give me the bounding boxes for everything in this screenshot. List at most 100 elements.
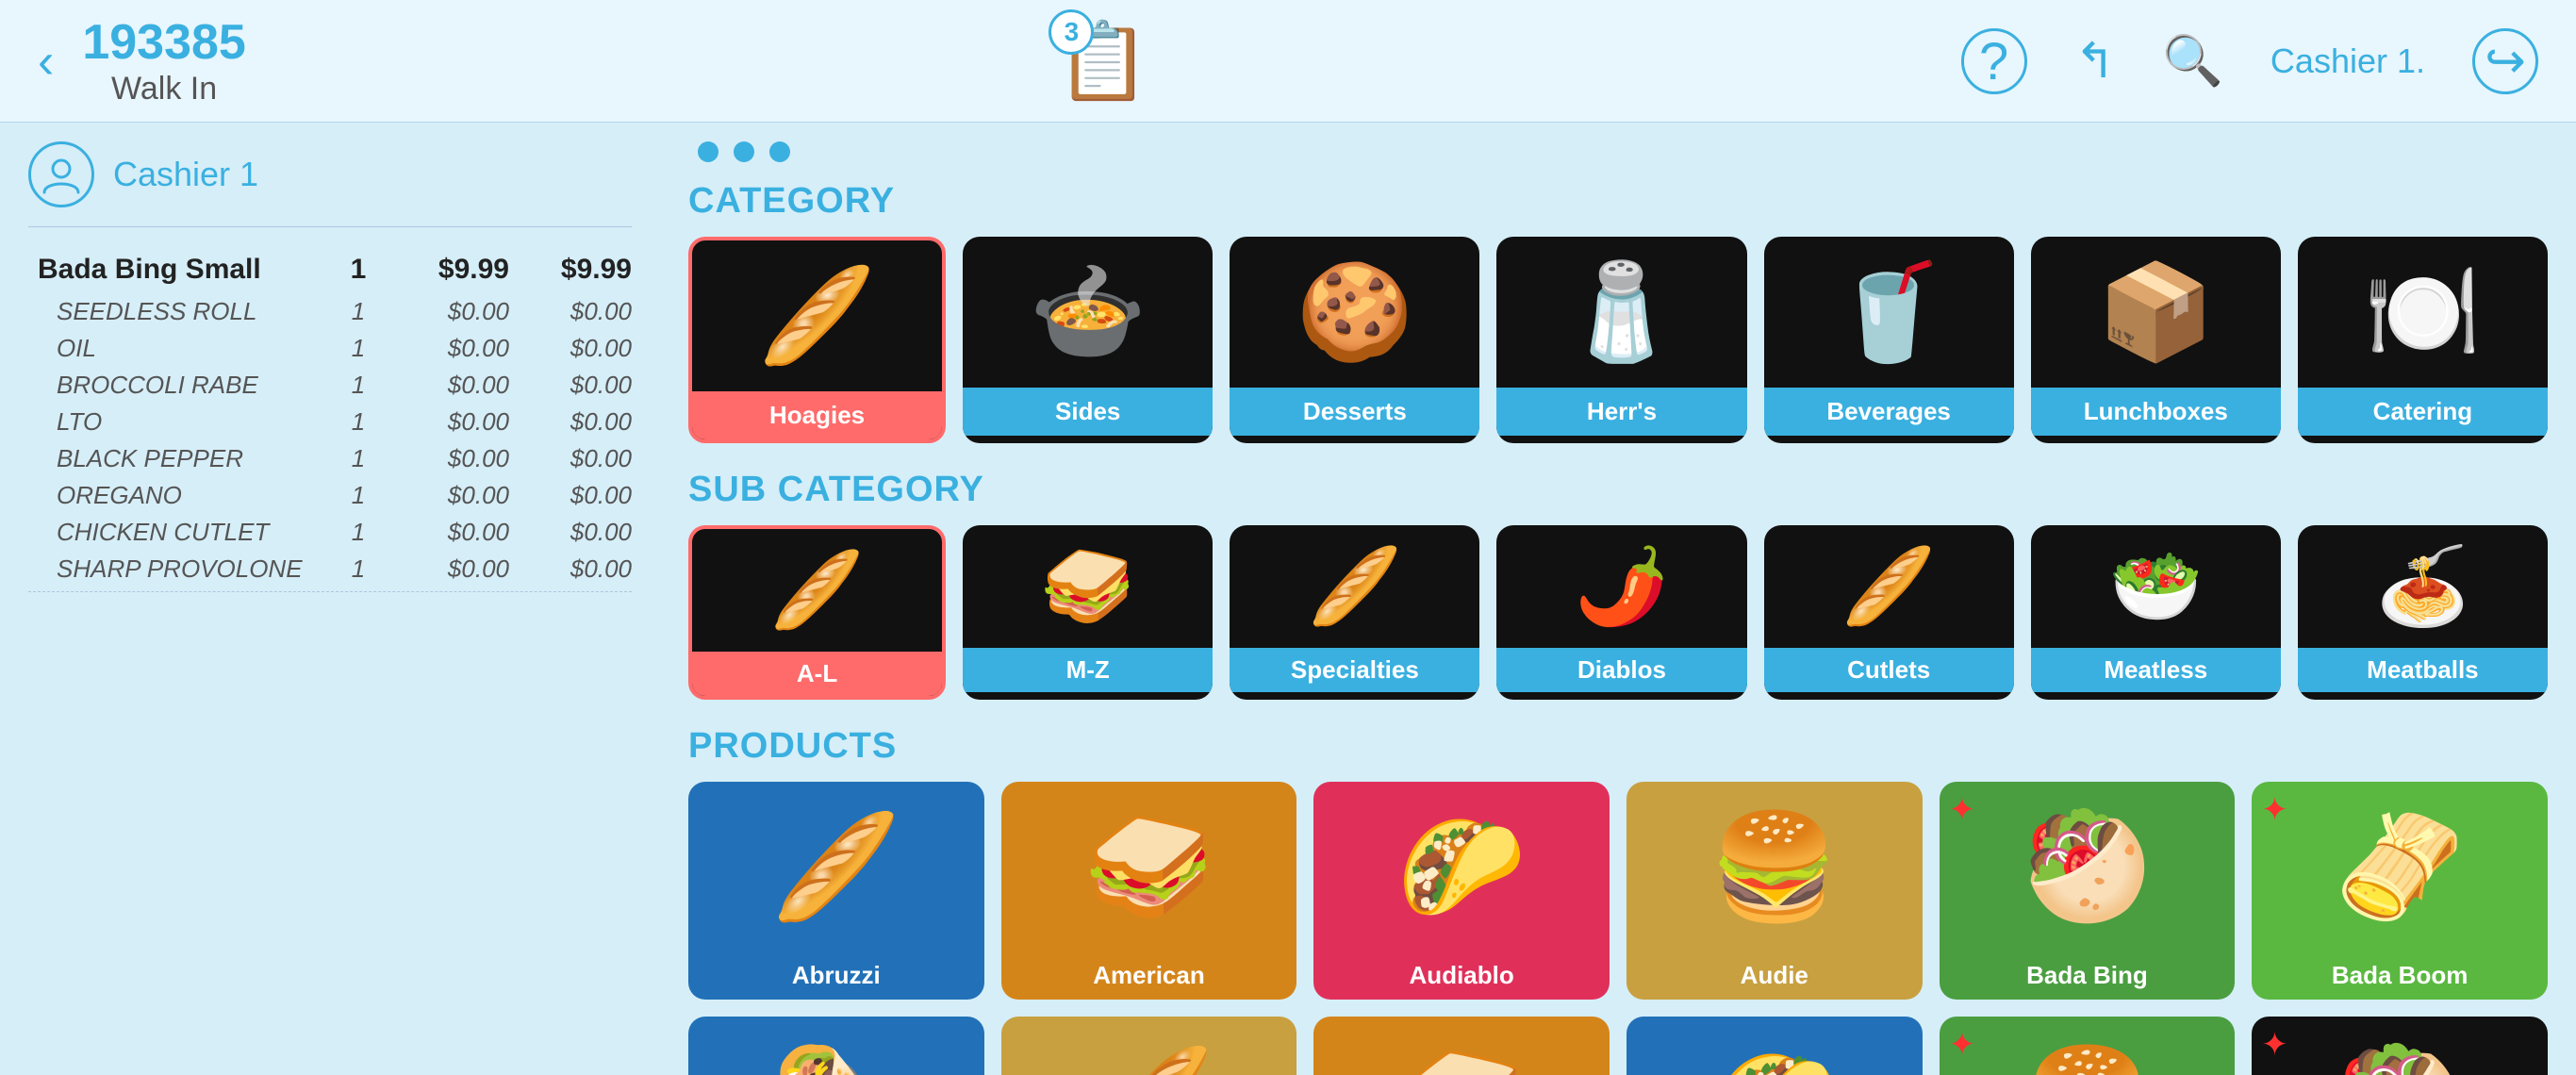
item-qty: 1 bbox=[330, 246, 387, 293]
modifier-total: $0.00 bbox=[509, 514, 632, 551]
modifier-price: $0.00 bbox=[387, 477, 509, 514]
sub-category-item-label: Meatless bbox=[2031, 648, 2281, 692]
sub-category-item-specialties[interactable]: 🥖 Specialties bbox=[1230, 525, 1479, 700]
product-label: Abruzzi bbox=[688, 951, 984, 1000]
category-image: 🥖 bbox=[692, 240, 942, 391]
item-total: $9.99 bbox=[509, 246, 632, 293]
product-item-audiablo[interactable]: 🌮 Audiablo bbox=[1313, 782, 1610, 1000]
modifier-price: $0.00 bbox=[387, 551, 509, 587]
product-image: 🥪 bbox=[1001, 782, 1297, 951]
product-item-big-t[interactable]: 🌯 Big "T" bbox=[688, 1017, 984, 1075]
product-item-audie[interactable]: 🍔 Audie bbox=[1627, 782, 1923, 1000]
sub-category-item-meatless[interactable]: 🥗 Meatless bbox=[2031, 525, 2281, 700]
modifier-qty: 1 bbox=[330, 367, 387, 404]
category-item-beverages[interactable]: 🥤 Beverages bbox=[1764, 237, 2014, 443]
product-item-row2-1[interactable]: 🥖 bbox=[1001, 1017, 1297, 1075]
modifier-qty: 1 bbox=[330, 440, 387, 477]
product-label: Audie bbox=[1627, 951, 1923, 1000]
search-button[interactable]: 🔍 bbox=[2162, 32, 2223, 90]
product-label: Bada Boom bbox=[2252, 951, 2548, 1000]
modifier-name: OREGANO bbox=[28, 477, 330, 514]
category-item-catering[interactable]: 🍽️ Catering bbox=[2298, 237, 2548, 443]
sub-category-item-label: Cutlets bbox=[1764, 648, 2014, 692]
category-image: 🍪 bbox=[1230, 237, 1479, 388]
modifier-total: $0.00 bbox=[509, 551, 632, 587]
badge-count: 3 bbox=[1049, 9, 1094, 55]
product-item-row2-2[interactable]: 🥪 bbox=[1313, 1017, 1610, 1075]
modifier-price: $0.00 bbox=[387, 367, 509, 404]
product-item-row2-3[interactable]: 🌮 bbox=[1627, 1017, 1923, 1075]
sub-category-item-label: A-L bbox=[692, 652, 942, 696]
products-label: PRODUCTS bbox=[688, 726, 2548, 767]
item-name[interactable]: Bada Bing Small bbox=[28, 246, 330, 293]
sub-category-image: 🥗 bbox=[2031, 525, 2281, 648]
category-item-label: Sides bbox=[963, 388, 1213, 436]
product-item-abruzzi[interactable]: 🥖 Abruzzi bbox=[688, 782, 984, 1000]
category-grid: 🥖 Hoagies 🍲 Sides 🍪 Desserts 🧂 Herr's 🥤 … bbox=[688, 237, 2548, 443]
top-bar-left: ‹ 193385 Walk In bbox=[38, 14, 246, 108]
modifier-price: $0.00 bbox=[387, 514, 509, 551]
product-image: 🌮 bbox=[1313, 782, 1610, 951]
sub-category-image: 🌶️ bbox=[1496, 525, 1746, 648]
sub-category-item-mz[interactable]: 🥪 M-Z bbox=[963, 525, 1213, 700]
sub-category-grid: 🥖 A-L 🥪 M-Z 🥖 Specialties 🌶️ Diablos 🥖 C… bbox=[688, 525, 2548, 700]
sub-category-item-meatballs[interactable]: 🍝 Meatballs bbox=[2298, 525, 2548, 700]
category-item-sides[interactable]: 🍲 Sides bbox=[963, 237, 1213, 443]
sub-category-item-label: Diablos bbox=[1496, 648, 1746, 692]
category-image: 🥤 bbox=[1764, 237, 2014, 388]
modifier-total: $0.00 bbox=[509, 440, 632, 477]
category-label: CATEGORY bbox=[688, 181, 2548, 222]
modifier-price: $0.00 bbox=[387, 404, 509, 440]
sub-category-item-label: Specialties bbox=[1230, 648, 1479, 692]
product-item-bada-boom[interactable]: ✦ 🫔 Bada Boom bbox=[2252, 782, 2548, 1000]
main-content: Cashier 1 Bada Bing Small 1 $9.99 $9.99 … bbox=[0, 123, 2576, 1075]
transfer-button[interactable]: ↱ bbox=[2074, 33, 2116, 90]
product-item-bada-bing[interactable]: ✦ 🥙 Bada Bing bbox=[1940, 782, 2236, 1000]
modifier-total: $0.00 bbox=[509, 367, 632, 404]
product-item-chicken-colette[interactable]: ✦ 🥙 CHICKEN COLETTE bbox=[2252, 1017, 2548, 1075]
product-label: Audiablo bbox=[1313, 951, 1610, 1000]
star-badge: ✦ bbox=[1949, 1026, 1976, 1064]
order-badge[interactable]: 📋 3 bbox=[1056, 17, 1150, 106]
category-item-label: Herr's bbox=[1496, 388, 1746, 436]
cashier-label: Cashier 1. bbox=[2271, 41, 2425, 81]
modifier-qty: 1 bbox=[330, 330, 387, 367]
sub-category-image: 🥪 bbox=[963, 525, 1213, 648]
category-item-label: Catering bbox=[2298, 388, 2548, 436]
product-label: Bada Bing bbox=[1940, 951, 2236, 1000]
category-image: 🍽️ bbox=[2298, 237, 2548, 388]
sub-category-item-al[interactable]: 🥖 A-L bbox=[688, 525, 946, 700]
dot-3 bbox=[769, 141, 790, 162]
item-price: $9.99 bbox=[387, 246, 509, 293]
modifier-qty: 1 bbox=[330, 551, 387, 587]
help-button[interactable]: ? bbox=[1961, 28, 2027, 94]
category-image: 📦 bbox=[2031, 237, 2281, 388]
dots-row bbox=[688, 141, 2548, 162]
sub-category-item-diablos[interactable]: 🌶️ Diablos bbox=[1496, 525, 1746, 700]
order-info: 193385 Walk In bbox=[82, 14, 246, 108]
category-item-label: Beverages bbox=[1764, 388, 2014, 436]
sub-category-label: SUB CATEGORY bbox=[688, 470, 2548, 510]
dot-2 bbox=[734, 141, 754, 162]
category-item-herrs[interactable]: 🧂 Herr's bbox=[1496, 237, 1746, 443]
sub-category-item-label: Meatballs bbox=[2298, 648, 2548, 692]
category-item-hoagies[interactable]: 🥖 Hoagies bbox=[688, 237, 946, 443]
sub-category-image: 🥖 bbox=[1764, 525, 2014, 648]
product-item-row2-4[interactable]: ✦ 🍔 bbox=[1940, 1017, 2236, 1075]
modifier-name: SHARP PROVOLONE bbox=[28, 551, 330, 587]
sub-category-item-cutlets[interactable]: 🥖 Cutlets bbox=[1764, 525, 2014, 700]
logout-button[interactable]: ↪ bbox=[2472, 28, 2538, 94]
product-image: 🥖 bbox=[688, 782, 984, 951]
category-item-lunchboxes[interactable]: 📦 Lunchboxes bbox=[2031, 237, 2281, 443]
modifier-name: CHICKEN CUTLET bbox=[28, 514, 330, 551]
modifier-name: LTO bbox=[28, 404, 330, 440]
product-item-american[interactable]: 🥪 American bbox=[1001, 782, 1297, 1000]
back-button[interactable]: ‹ bbox=[38, 33, 54, 90]
product-label: American bbox=[1001, 951, 1297, 1000]
category-item-desserts[interactable]: 🍪 Desserts bbox=[1230, 237, 1479, 443]
modifier-total: $0.00 bbox=[509, 330, 632, 367]
product-image: 🌯 bbox=[688, 1017, 984, 1075]
modifier-name: SEEDLESS ROLL bbox=[28, 293, 330, 330]
top-bar-center: 📋 3 bbox=[1056, 17, 1150, 106]
star-badge: ✦ bbox=[2261, 1026, 2288, 1064]
